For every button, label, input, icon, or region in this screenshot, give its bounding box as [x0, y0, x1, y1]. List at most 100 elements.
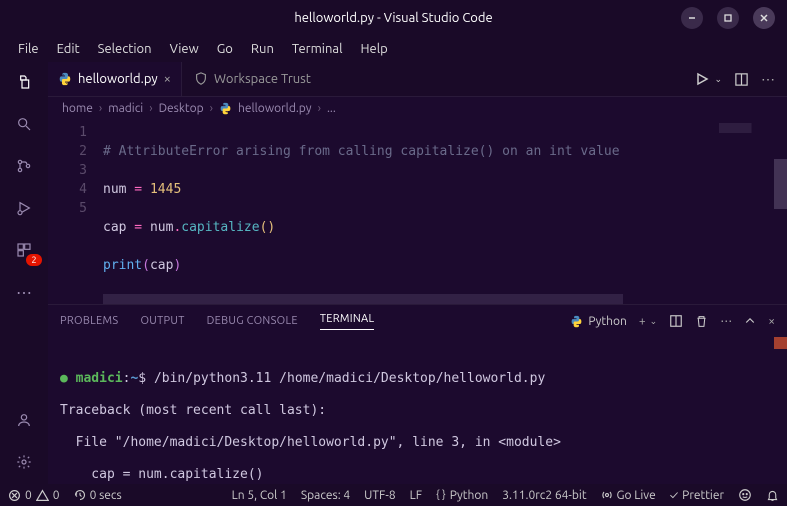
status-feedback-icon[interactable]	[738, 488, 752, 502]
terminal-selector[interactable]: Python	[570, 315, 627, 328]
more-actions-icon[interactable]: ⋯	[761, 71, 775, 88]
more-icon[interactable]: ⋯	[12, 280, 36, 304]
maximize-panel-icon[interactable]	[744, 315, 756, 327]
menu-file[interactable]: File	[10, 40, 47, 58]
status-eol[interactable]: LF	[410, 489, 422, 502]
status-language[interactable]: { } Python	[436, 489, 488, 502]
history-icon	[74, 489, 86, 501]
menu-help[interactable]: Help	[352, 40, 395, 58]
bc-home[interactable]: home	[62, 102, 93, 115]
window-controls	[681, 7, 775, 29]
search-icon[interactable]	[12, 112, 36, 136]
kill-terminal-icon[interactable]	[695, 315, 708, 328]
line-number: 1	[48, 123, 87, 142]
status-encoding-label: UTF-8	[364, 489, 395, 502]
close-button[interactable]	[753, 7, 775, 29]
broadcast-icon	[601, 489, 613, 501]
terminal-body[interactable]: ● madici:~$ /bin/python3.11 /home/madici…	[48, 337, 787, 484]
new-terminal-dropdown-icon[interactable]: ⌄	[650, 316, 658, 327]
status-errors[interactable]: 0 0	[8, 489, 60, 502]
menu-run[interactable]: Run	[243, 40, 282, 58]
status-bell-icon[interactable]	[766, 489, 779, 502]
trust-label: Workspace Trust	[214, 72, 311, 86]
bc-user[interactable]: madici	[108, 102, 143, 115]
account-icon[interactable]	[12, 408, 36, 432]
close-panel-icon[interactable]: ×	[768, 315, 775, 328]
tab-terminal[interactable]: TERMINAL	[320, 313, 375, 330]
status-eol-label: LF	[410, 489, 422, 502]
term-output: Traceback (most recent call last):	[60, 403, 775, 419]
scrollbar-thumb[interactable]	[103, 294, 623, 304]
tab-actions: ⌄ ⋯	[694, 71, 787, 88]
line-number: 4	[48, 180, 87, 199]
split-terminal-icon[interactable]	[669, 314, 683, 328]
menu-go[interactable]: Go	[209, 40, 241, 58]
run-button[interactable]	[694, 71, 710, 87]
menu-selection[interactable]: Selection	[90, 40, 160, 58]
gutter: 1 2 3 4 5	[48, 119, 103, 294]
tab-debug-console[interactable]: DEBUG CONSOLE	[207, 315, 298, 327]
status-spaces[interactable]: Spaces: 4	[301, 489, 350, 502]
run-dropdown-icon[interactable]: ⌄	[714, 74, 722, 85]
error-icon	[8, 489, 21, 502]
status-pyver-label: 3.11.0rc2 64-bit	[502, 489, 586, 502]
horizontal-scrollbar[interactable]	[48, 294, 787, 304]
panel-actions: Python + ⌄ ⋯ ×	[570, 314, 775, 328]
status-golive[interactable]: Go Live	[601, 489, 656, 502]
code-comment: # AttributeError arising from calling ca…	[103, 144, 620, 159]
titlebar: helloworld.py - Visual Studio Code	[0, 0, 787, 36]
status-golive-label: Go Live	[617, 489, 656, 502]
code-token: )	[173, 258, 181, 273]
tab-output[interactable]: OUTPUT	[140, 315, 184, 327]
code-token: =	[126, 220, 149, 235]
panel: PROBLEMS OUTPUT DEBUG CONSOLE TERMINAL P…	[48, 304, 787, 484]
bc-trailing[interactable]: ...	[327, 102, 336, 115]
menu-view[interactable]: View	[162, 40, 207, 58]
editor[interactable]: 1 2 3 4 5 # AttributeError arising from …	[48, 119, 787, 294]
tab-close-icon[interactable]: ×	[164, 72, 171, 86]
vertical-scrollbar[interactable]	[774, 119, 787, 294]
shield-icon	[194, 72, 208, 86]
maximize-button[interactable]	[717, 7, 739, 29]
status-prettier[interactable]: ✓ Prettier	[670, 489, 724, 502]
status-lang-label: Python	[450, 489, 489, 502]
run-debug-icon[interactable]	[12, 196, 36, 220]
python-file-icon	[219, 102, 232, 115]
explorer-icon[interactable]	[12, 70, 36, 94]
menu-terminal[interactable]: Terminal	[284, 40, 351, 58]
tab-problems[interactable]: PROBLEMS	[60, 315, 118, 327]
term-user: madici	[76, 371, 123, 386]
new-terminal-button[interactable]: +	[639, 315, 646, 328]
bc-desktop[interactable]: Desktop	[159, 102, 204, 115]
status-errors-count: 0	[25, 489, 32, 502]
source-control-icon[interactable]	[12, 154, 36, 178]
code-token: num	[150, 220, 173, 235]
menu-edit[interactable]: Edit	[49, 40, 88, 58]
code-body[interactable]: # AttributeError arising from calling ca…	[103, 119, 787, 294]
status-encoding[interactable]: UTF-8	[364, 489, 395, 502]
term-output: cap = num.capitalize()	[60, 467, 775, 483]
code-token: 1445	[150, 182, 181, 197]
status-pyversion[interactable]: 3.11.0rc2 64-bit	[502, 489, 586, 502]
extensions-icon[interactable]: 2	[12, 238, 36, 262]
minimap[interactable]	[719, 123, 773, 133]
main-area: 2 ⋯ helloworld.py × Workspace Trust ⌄ ⋯	[0, 62, 787, 484]
bc-file[interactable]: helloworld.py	[238, 102, 312, 115]
scrollbar-thumb[interactable]	[774, 159, 787, 209]
workspace-trust[interactable]: Workspace Trust	[182, 72, 323, 86]
terminal-scroll-indicator[interactable]	[774, 337, 787, 349]
settings-gear-icon[interactable]	[12, 450, 36, 474]
status-spaces-label: Spaces: 4	[301, 489, 350, 502]
term-end: $	[138, 371, 154, 386]
minimize-button[interactable]	[681, 7, 703, 29]
breadcrumb[interactable]: home› madici› Desktop› helloworld.py› ..…	[48, 97, 787, 119]
chevron-right-icon: ›	[149, 102, 152, 115]
split-editor-icon[interactable]	[734, 72, 749, 87]
status-lncol[interactable]: Ln 5, Col 1	[232, 489, 287, 502]
window-title: helloworld.py - Visual Studio Code	[294, 11, 492, 25]
status-time[interactable]: 0 secs	[74, 489, 122, 502]
panel-more-icon[interactable]: ⋯	[720, 314, 732, 328]
term-command: /bin/python3.11 /home/madici/Desktop/hel…	[154, 371, 545, 386]
tab-helloworld[interactable]: helloworld.py ×	[48, 62, 182, 96]
python-file-icon	[58, 72, 72, 86]
